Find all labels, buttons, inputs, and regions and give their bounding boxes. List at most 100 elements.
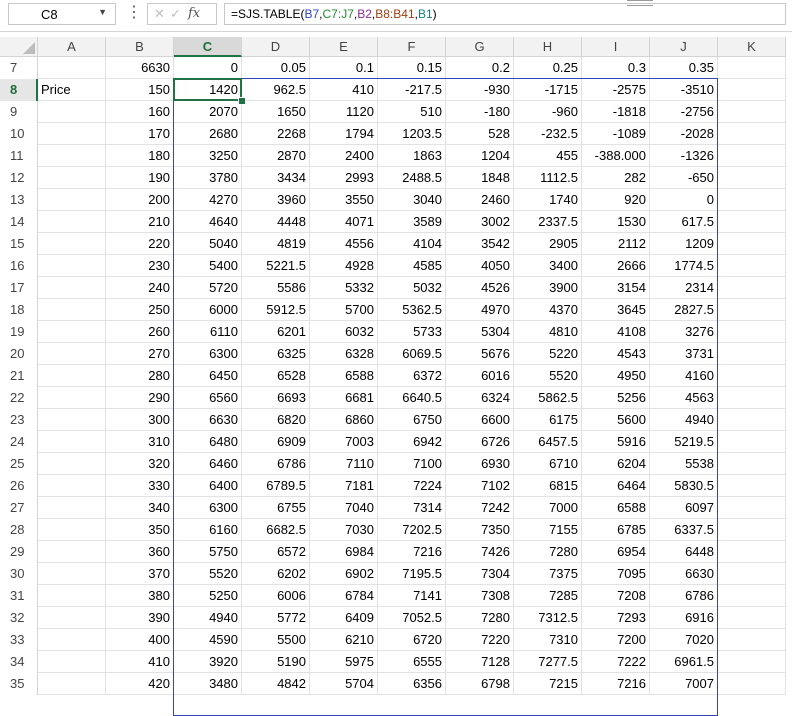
cell-b18[interactable]: 250 bbox=[106, 299, 174, 321]
cell-g16[interactable]: 4050 bbox=[446, 255, 514, 277]
cell-i22[interactable]: 5256 bbox=[582, 387, 650, 409]
cell-g25[interactable]: 6930 bbox=[446, 453, 514, 475]
cell-e33[interactable]: 6210 bbox=[310, 629, 378, 651]
cell-i7[interactable]: 0.3 bbox=[582, 57, 650, 79]
cell-k17[interactable] bbox=[718, 277, 786, 299]
cell-f12[interactable]: 2488.5 bbox=[378, 167, 446, 189]
cell-e34[interactable]: 5975 bbox=[310, 651, 378, 673]
cell-f20[interactable]: 6069.5 bbox=[378, 343, 446, 365]
cell-j11[interactable]: -1326 bbox=[650, 145, 718, 167]
cell-h7[interactable]: 0.25 bbox=[514, 57, 582, 79]
cell-j19[interactable]: 3276 bbox=[650, 321, 718, 343]
cell-h23[interactable]: 6175 bbox=[514, 409, 582, 431]
cell-j9[interactable]: -2756 bbox=[650, 101, 718, 123]
cell-b29[interactable]: 360 bbox=[106, 541, 174, 563]
cell-a25[interactable] bbox=[38, 453, 106, 475]
cell-i16[interactable]: 2666 bbox=[582, 255, 650, 277]
cell-k12[interactable] bbox=[718, 167, 786, 189]
cell-g18[interactable]: 4970 bbox=[446, 299, 514, 321]
cell-f10[interactable]: 1203.5 bbox=[378, 123, 446, 145]
cell-b14[interactable]: 210 bbox=[106, 211, 174, 233]
cell-d29[interactable]: 6572 bbox=[242, 541, 310, 563]
row-header-11[interactable]: 11 bbox=[0, 145, 38, 167]
cell-f32[interactable]: 7052.5 bbox=[378, 607, 446, 629]
column-header-h[interactable]: H bbox=[514, 37, 582, 57]
cell-e9[interactable]: 1120 bbox=[310, 101, 378, 123]
cell-d22[interactable]: 6693 bbox=[242, 387, 310, 409]
cell-f15[interactable]: 4104 bbox=[378, 233, 446, 255]
cell-d11[interactable]: 2870 bbox=[242, 145, 310, 167]
cell-f23[interactable]: 6750 bbox=[378, 409, 446, 431]
cell-i9[interactable]: -1818 bbox=[582, 101, 650, 123]
column-header-e[interactable]: E bbox=[310, 37, 378, 57]
cell-d16[interactable]: 5221.5 bbox=[242, 255, 310, 277]
cell-e26[interactable]: 7181 bbox=[310, 475, 378, 497]
cell-g28[interactable]: 7350 bbox=[446, 519, 514, 541]
cell-e16[interactable]: 4928 bbox=[310, 255, 378, 277]
cell-f35[interactable]: 6356 bbox=[378, 673, 446, 695]
cell-f19[interactable]: 5733 bbox=[378, 321, 446, 343]
cell-j30[interactable]: 6630 bbox=[650, 563, 718, 585]
cell-h30[interactable]: 7375 bbox=[514, 563, 582, 585]
cell-c35[interactable]: 3480 bbox=[174, 673, 242, 695]
cell-h34[interactable]: 7277.5 bbox=[514, 651, 582, 673]
cell-f7[interactable]: 0.15 bbox=[378, 57, 446, 79]
cell-k8[interactable] bbox=[718, 79, 786, 101]
cell-c9[interactable]: 2070 bbox=[174, 101, 242, 123]
cell-a19[interactable] bbox=[38, 321, 106, 343]
row-header-29[interactable]: 29 bbox=[0, 541, 38, 563]
cell-d34[interactable]: 5190 bbox=[242, 651, 310, 673]
cell-c26[interactable]: 6400 bbox=[174, 475, 242, 497]
column-header-f[interactable]: F bbox=[378, 37, 446, 57]
cell-f26[interactable]: 7224 bbox=[378, 475, 446, 497]
cell-k16[interactable] bbox=[718, 255, 786, 277]
cell-i32[interactable]: 7293 bbox=[582, 607, 650, 629]
cell-k28[interactable] bbox=[718, 519, 786, 541]
cell-i14[interactable]: 1530 bbox=[582, 211, 650, 233]
cell-f30[interactable]: 7195.5 bbox=[378, 563, 446, 585]
column-header-d[interactable]: D bbox=[242, 37, 310, 57]
cell-h18[interactable]: 4370 bbox=[514, 299, 582, 321]
cell-j28[interactable]: 6337.5 bbox=[650, 519, 718, 541]
cell-j23[interactable]: 4940 bbox=[650, 409, 718, 431]
cell-h13[interactable]: 1740 bbox=[514, 189, 582, 211]
cell-h33[interactable]: 7310 bbox=[514, 629, 582, 651]
cell-e22[interactable]: 6681 bbox=[310, 387, 378, 409]
cell-e15[interactable]: 4556 bbox=[310, 233, 378, 255]
cell-a16[interactable] bbox=[38, 255, 106, 277]
cell-c19[interactable]: 6110 bbox=[174, 321, 242, 343]
cell-j24[interactable]: 5219.5 bbox=[650, 431, 718, 453]
cell-a12[interactable] bbox=[38, 167, 106, 189]
cell-i34[interactable]: 7222 bbox=[582, 651, 650, 673]
cell-k31[interactable] bbox=[718, 585, 786, 607]
row-header-26[interactable]: 26 bbox=[0, 475, 38, 497]
cell-i29[interactable]: 6954 bbox=[582, 541, 650, 563]
cell-i8[interactable]: -2575 bbox=[582, 79, 650, 101]
cell-g24[interactable]: 6726 bbox=[446, 431, 514, 453]
cell-j14[interactable]: 617.5 bbox=[650, 211, 718, 233]
cell-h27[interactable]: 7000 bbox=[514, 497, 582, 519]
cell-f27[interactable]: 7314 bbox=[378, 497, 446, 519]
cell-c21[interactable]: 6450 bbox=[174, 365, 242, 387]
cell-g21[interactable]: 6016 bbox=[446, 365, 514, 387]
cell-i13[interactable]: 920 bbox=[582, 189, 650, 211]
cell-h35[interactable]: 7215 bbox=[514, 673, 582, 695]
cell-e17[interactable]: 5332 bbox=[310, 277, 378, 299]
cell-g9[interactable]: -180 bbox=[446, 101, 514, 123]
cell-g32[interactable]: 7280 bbox=[446, 607, 514, 629]
column-header-i[interactable]: I bbox=[582, 37, 650, 57]
cell-a31[interactable] bbox=[38, 585, 106, 607]
cell-k34[interactable] bbox=[718, 651, 786, 673]
cell-b27[interactable]: 340 bbox=[106, 497, 174, 519]
cell-b28[interactable]: 350 bbox=[106, 519, 174, 541]
cell-g15[interactable]: 3542 bbox=[446, 233, 514, 255]
column-header-a[interactable]: A bbox=[38, 37, 106, 57]
cell-d21[interactable]: 6528 bbox=[242, 365, 310, 387]
column-header-k[interactable]: K bbox=[718, 37, 786, 57]
cell-g33[interactable]: 7220 bbox=[446, 629, 514, 651]
cell-g20[interactable]: 5676 bbox=[446, 343, 514, 365]
cell-g19[interactable]: 5304 bbox=[446, 321, 514, 343]
cell-f11[interactable]: 1863 bbox=[378, 145, 446, 167]
row-header-9[interactable]: 9 bbox=[0, 101, 38, 123]
cell-j32[interactable]: 6916 bbox=[650, 607, 718, 629]
